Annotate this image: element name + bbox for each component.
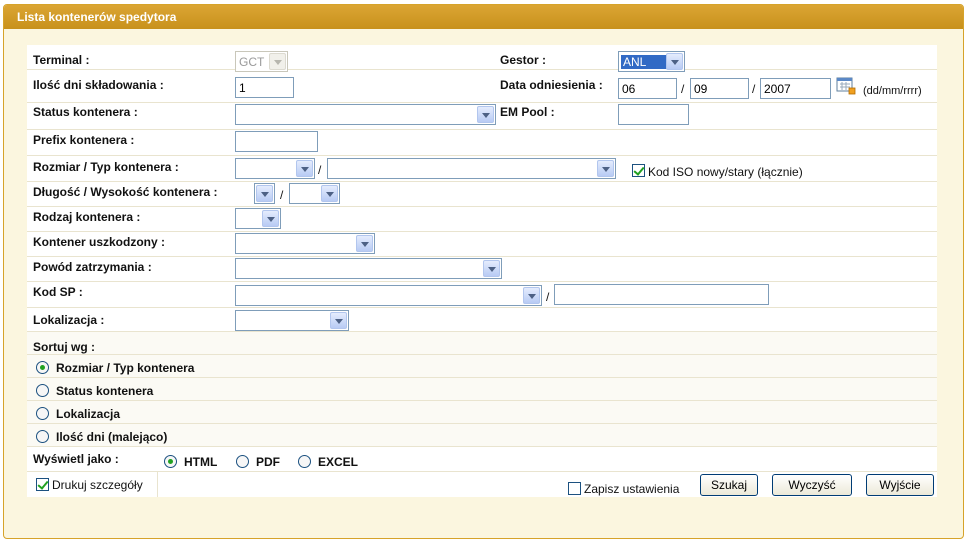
print-details-checkbox[interactable] [36,478,49,491]
row-divider [27,354,937,355]
chevron-down-icon[interactable] [262,210,279,227]
chevron-down-icon[interactable] [666,53,683,70]
iso-code-label: Kod ISO nowy/stary (łącznie) [648,165,803,179]
sort-option-label: Status kontenera [56,384,154,398]
save-settings-label: Zapisz ustawienia [584,482,680,496]
container-size-select[interactable] [235,158,315,179]
sort-radio-location[interactable] [36,407,49,420]
chevron-down-icon [269,53,286,70]
chevron-down-icon[interactable] [477,106,494,123]
display-radio-excel[interactable] [298,455,311,468]
row-divider [27,155,937,156]
sort-label: Sortuj wg : [33,340,95,354]
row-divider [27,423,937,424]
chevron-down-icon[interactable] [330,312,347,329]
location-label: Lokalizacja : [33,313,105,327]
row-divider [27,471,937,472]
panel-title: Lista kontenerów spedytora [4,5,963,29]
field-separator: / [318,163,322,177]
row-divider [27,307,937,308]
row-divider [27,446,937,447]
reference-date-day-input[interactable]: 06 [618,78,677,99]
sort-radio-status[interactable] [36,384,49,397]
cell-divider [157,471,158,497]
container-status-select[interactable] [235,104,496,125]
calendar-icon[interactable] [836,76,856,95]
chevron-down-icon[interactable] [483,260,500,277]
date-separator: / [681,82,685,96]
damaged-select[interactable] [235,233,375,254]
chevron-down-icon[interactable] [256,185,273,202]
row-divider [27,206,937,207]
row-divider [27,256,937,257]
date-format-hint: (dd/mm/rrrr) [863,85,922,97]
sort-radio-size-type[interactable] [36,361,49,374]
display-option-label: HTML [184,455,218,469]
container-prefix-input[interactable] [235,131,318,152]
length-height-label: Długość / Wysokość kontenera : [33,185,218,199]
chevron-down-icon[interactable] [321,185,338,202]
hold-reason-label: Powód zatrzymania : [33,260,152,274]
exit-button[interactable]: Wyjście [866,474,934,496]
reference-date-label: Data odniesienia : [500,78,603,92]
sort-section [27,332,937,446]
damaged-label: Kontener uszkodzony : [33,235,166,249]
row-divider [27,129,937,130]
row-divider [27,102,937,103]
row-divider [27,400,937,401]
reference-date-month-input[interactable]: 09 [690,78,749,99]
chevron-down-icon[interactable] [597,160,614,177]
display-as-label: Wyświetl jako : [33,452,119,466]
container-type-select[interactable] [327,158,616,179]
em-pool-input[interactable] [618,104,689,125]
row-divider [27,377,937,378]
display-radio-html[interactable] [164,455,177,468]
storage-days-input[interactable]: 1 [235,77,294,98]
terminal-label: Terminal : [33,53,90,67]
sort-option-label: Rozmiar / Typ kontenera [56,361,195,375]
em-pool-label: EM Pool : [500,105,555,119]
row-divider [27,281,937,282]
search-button[interactable]: Szukaj [700,474,758,496]
row-divider [27,69,937,70]
container-length-select[interactable] [254,183,275,204]
container-prefix-label: Prefix kontenera : [33,133,135,147]
display-option-label: PDF [256,455,280,469]
field-separator: / [280,188,284,202]
chevron-down-icon[interactable] [523,287,540,304]
container-height-select[interactable] [289,183,340,204]
container-kind-label: Rodzaj kontenera : [33,210,141,224]
terminal-select: GCT [235,51,288,72]
container-kind-select[interactable] [235,208,281,229]
gestor-select[interactable]: ANL [618,51,685,72]
gestor-label: Gestor : [500,53,547,67]
save-settings-checkbox[interactable] [568,482,581,495]
sp-code-select[interactable] [235,285,542,306]
sp-code-input[interactable] [554,284,769,305]
display-option-label: EXCEL [318,455,359,469]
date-separator: / [752,82,756,96]
storage-days-label: Ilość dni składowania : [33,78,164,92]
row-divider [27,231,937,232]
sort-option-label: Ilość dni (malejąco) [56,430,168,444]
clear-button[interactable]: Wyczyść [772,474,852,496]
sort-radio-days-desc[interactable] [36,430,49,443]
location-select[interactable] [235,310,349,331]
display-radio-pdf[interactable] [236,455,249,468]
hold-reason-select[interactable] [235,258,502,279]
reference-date-year-input[interactable]: 2007 [760,78,831,99]
field-separator: / [546,290,550,304]
row-divider [27,181,937,182]
sp-code-label: Kod SP : [33,285,83,299]
chevron-down-icon[interactable] [296,160,313,177]
iso-code-checkbox[interactable] [632,164,645,177]
print-details-label: Drukuj szczegóły [52,478,143,492]
chevron-down-icon[interactable] [356,235,373,252]
size-type-label: Rozmiar / Typ kontenera : [33,160,179,174]
sort-option-label: Lokalizacja [56,407,121,421]
container-status-label: Status kontenera : [33,105,138,119]
